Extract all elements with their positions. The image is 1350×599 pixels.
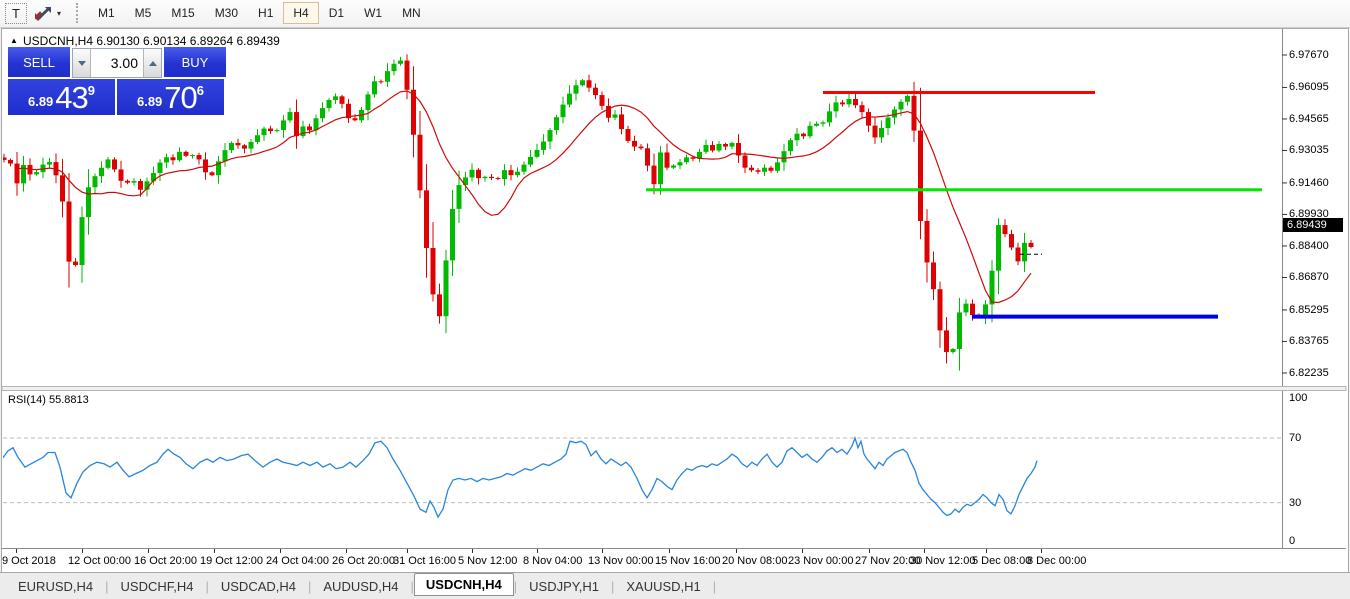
chart-tab-usdcad-h4[interactable]: USDCAD,H4 xyxy=(209,576,308,597)
buy-price-tile[interactable]: 6.89 70 6 xyxy=(117,79,224,115)
mt4-window: T ▾ M1M5M15M30H1H4D1W1MN ▲ USDCNH,H4 6.9… xyxy=(0,0,1350,599)
price-axis-label: 6.85295 xyxy=(1289,304,1329,316)
sell-price-tile[interactable]: 6.89 43 9 xyxy=(8,79,115,115)
volume-stepper: 3.00 xyxy=(72,48,162,78)
chart-tab-eurusd-h4[interactable]: EURUSD,H4 xyxy=(6,576,105,597)
chart-tab-usdchf-h4[interactable]: USDCHF,H4 xyxy=(109,576,206,597)
date-axis-label: 23 Nov 00:00 xyxy=(788,555,853,567)
date-axis-label: 8 Nov 04:00 xyxy=(523,555,582,567)
rsi-axis-label: 70 xyxy=(1289,432,1301,444)
chart-tab-usdjpy-h1[interactable]: USDJPY,H1 xyxy=(517,576,611,597)
rsi-indicator-label: RSI(14) 55.8813 xyxy=(8,394,89,406)
date-axis-label: 31 Oct 16:00 xyxy=(393,555,456,567)
sell-price-sup: 9 xyxy=(88,83,95,98)
rsi-pane[interactable] xyxy=(2,438,1281,517)
date-axis-label: 8 Dec 00:00 xyxy=(1027,555,1086,567)
date-axis-label: 20 Nov 08:00 xyxy=(722,555,787,567)
triangle-up-icon xyxy=(149,61,157,66)
chart-tab-usdcnh-h4[interactable]: USDCNH,H4 xyxy=(414,573,514,596)
current-price-badge: 6.89439 xyxy=(1283,218,1343,232)
price-axis-label: 6.86870 xyxy=(1289,271,1329,283)
price-axis-label: 6.93035 xyxy=(1289,144,1329,156)
rsi-axis-label: 30 xyxy=(1289,497,1301,509)
price-axis-label: 6.97670 xyxy=(1289,49,1329,61)
date-axis-label: 30 Nov 12:00 xyxy=(910,555,975,567)
date-axis-label: 16 Oct 20:00 xyxy=(134,555,197,567)
rsi-axis-label: 100 xyxy=(1289,392,1307,404)
volume-increase-button[interactable] xyxy=(143,49,161,77)
price-axis-label: 6.88400 xyxy=(1289,240,1329,252)
price-axis-label: 6.91460 xyxy=(1289,177,1329,189)
buy-price-big: 70 xyxy=(164,82,196,113)
chart-tab-audusd-h4[interactable]: AUDUSD,H4 xyxy=(311,576,410,597)
chart-tab-xauusd-h1[interactable]: XAUUSD,H1 xyxy=(614,576,712,597)
moving-average-line xyxy=(17,91,1031,303)
sell-price-small: 6.89 xyxy=(28,94,53,109)
price-axis-label: 6.96095 xyxy=(1289,81,1329,93)
pane-splitter[interactable] xyxy=(2,387,1346,391)
date-axis-label: 5 Nov 12:00 xyxy=(458,555,517,567)
sell-button[interactable]: SELL xyxy=(8,47,70,77)
date-axis-label: 15 Nov 16:00 xyxy=(655,555,720,567)
date-axis-label: 12 Oct 00:00 xyxy=(68,555,131,567)
collapse-panel-arrow[interactable]: ▲ xyxy=(10,36,18,45)
triangle-down-icon xyxy=(78,61,86,66)
tab-separator: | xyxy=(713,579,716,594)
volume-decrease-button[interactable] xyxy=(73,49,91,77)
buy-button[interactable]: BUY xyxy=(164,47,226,77)
price-axis-label: 6.83765 xyxy=(1289,335,1329,347)
one-click-trading-panel: SELL 3.00 BUY 6.89 43 9 6.89 70 6 xyxy=(8,47,226,115)
price-axis-label: 6.94565 xyxy=(1289,113,1329,125)
rsi-axis-label: 0 xyxy=(1289,535,1295,547)
chart-title: USDCNH,H4 6.90130 6.90134 6.89264 6.8943… xyxy=(23,34,280,48)
buy-price-sup: 6 xyxy=(197,83,204,98)
sell-price-big: 43 xyxy=(55,82,87,113)
rsi-line xyxy=(2,438,1037,517)
date-axis-label: 19 Oct 12:00 xyxy=(200,555,263,567)
date-axis-label: 26 Oct 20:00 xyxy=(332,555,395,567)
buy-price-small: 6.89 xyxy=(137,94,162,109)
date-axis-label: 9 Oct 2018 xyxy=(2,555,56,567)
price-axis-label: 6.82235 xyxy=(1289,367,1329,379)
date-axis-label: 24 Oct 04:00 xyxy=(266,555,329,567)
date-axis-label: 13 Nov 00:00 xyxy=(588,555,653,567)
chart-tab-bar: EURUSD,H4|USDCHF,H4|USDCAD,H4|AUDUSD,H4|… xyxy=(0,572,1350,599)
date-axis-label: 5 Dec 08:00 xyxy=(972,555,1031,567)
volume-input[interactable]: 3.00 xyxy=(91,49,143,77)
